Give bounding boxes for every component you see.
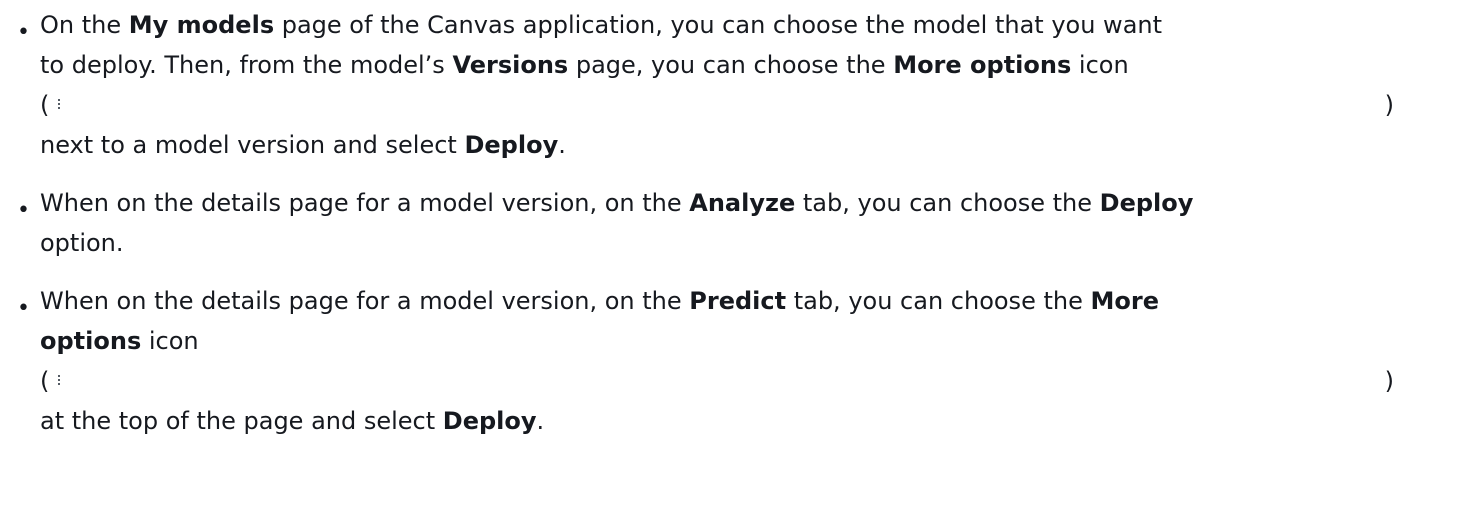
close-paren: )	[1384, 91, 1394, 119]
list-item: • On the My models page of the Canvas ap…	[0, 5, 1481, 165]
predict-bold: Predict	[689, 287, 787, 315]
more-bold: More	[1090, 287, 1159, 315]
deploy-bold: Deploy	[442, 407, 537, 435]
open-paren: (	[40, 367, 50, 395]
more-options-icon	[58, 374, 61, 386]
analyze-bold: Analyze	[689, 189, 796, 217]
item-3-line-1: When on the details page for a model ver…	[40, 287, 1159, 315]
item-1-line-2: to deploy. Then, from the model’s Versio…	[40, 51, 1129, 79]
item-3-line-3: at the top of the page and select Deploy…	[40, 407, 545, 435]
close-paren: )	[1384, 367, 1394, 395]
versions-bold: Versions	[452, 51, 569, 79]
more-options-icon	[58, 98, 61, 110]
deploy-bold: Deploy	[464, 131, 559, 159]
item-2-line-2: option.	[40, 229, 124, 257]
deploy-options-list: • On the My models page of the Canvas ap…	[0, 5, 1481, 441]
item-1-line-3: next to a model version and select Deplo…	[40, 131, 566, 159]
list-item: • When on the details page for a model v…	[0, 183, 1481, 263]
item-3-line-2: options icon	[40, 327, 199, 355]
list-item: • When on the details page for a model v…	[0, 281, 1481, 441]
bullet-icon: •	[17, 296, 30, 321]
open-paren: (	[40, 91, 50, 119]
bullet-icon: •	[17, 198, 30, 223]
deploy-bold: Deploy	[1099, 189, 1194, 217]
item-2-line-1: When on the details page for a model ver…	[40, 189, 1194, 217]
more-options-icon-line: ( )	[40, 361, 1394, 401]
bullet-icon: •	[17, 20, 30, 45]
document-body: • On the My models page of the Canvas ap…	[0, 5, 1481, 509]
more-options-bold: More options	[893, 51, 1072, 79]
item-1-line-1: On the My models page of the Canvas appl…	[40, 11, 1163, 39]
more-options-icon-line: ( )	[40, 85, 1394, 125]
my-models-bold: My models	[128, 11, 275, 39]
options-bold: options	[40, 327, 142, 355]
